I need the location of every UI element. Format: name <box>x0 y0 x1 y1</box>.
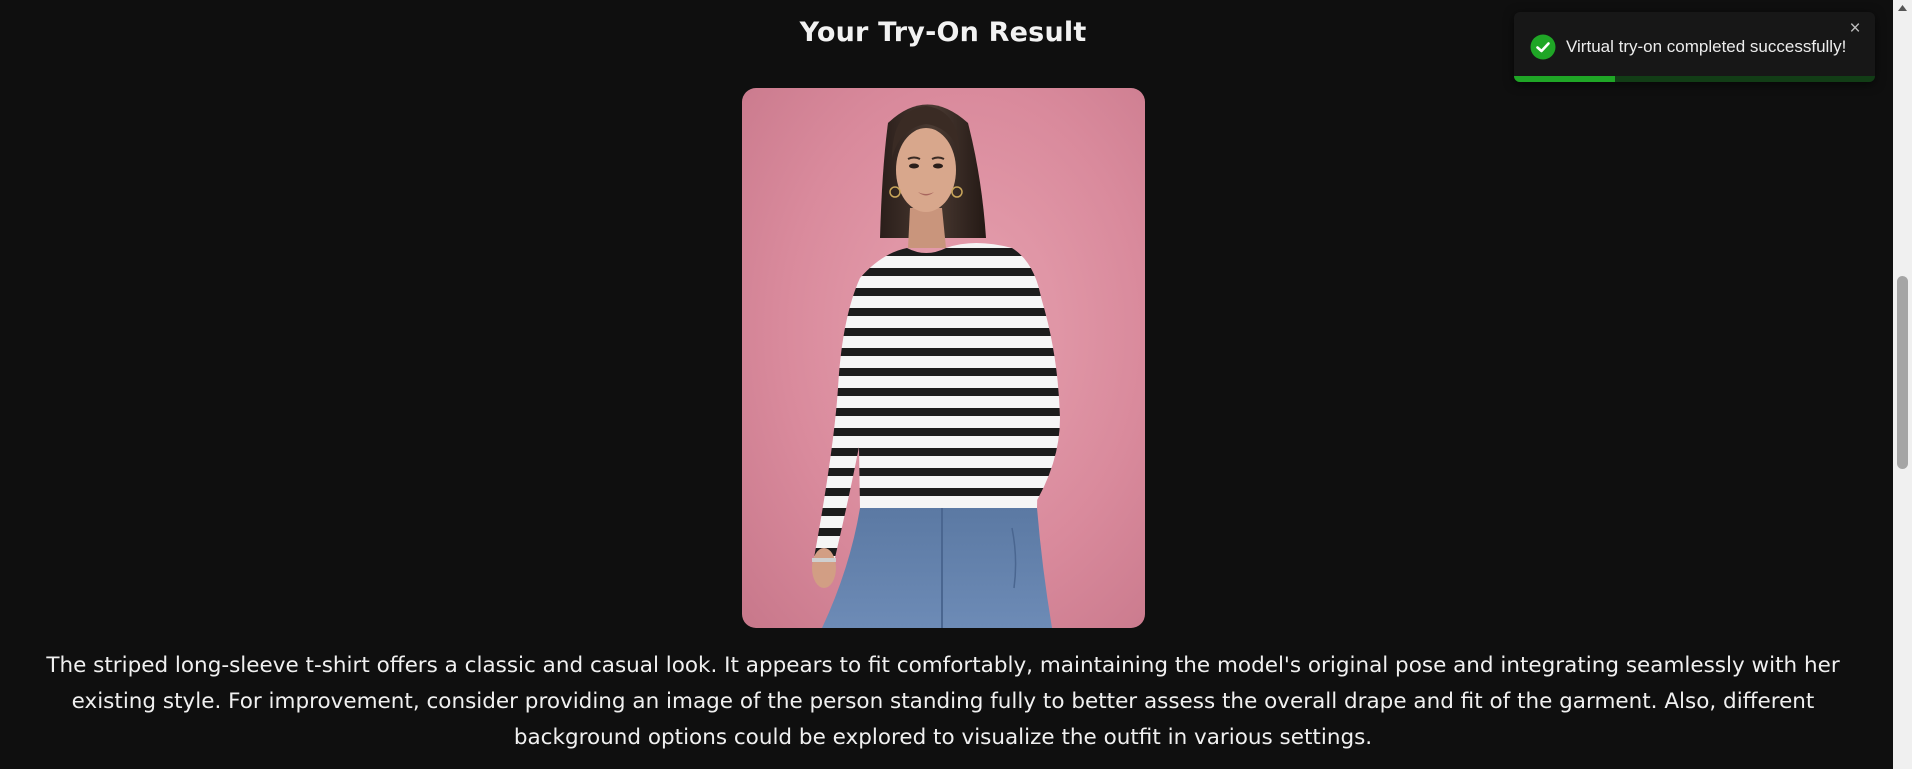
toast-progress-bar <box>1514 76 1875 82</box>
vertical-scrollbar[interactable] <box>1893 0 1912 769</box>
check-circle-icon <box>1530 34 1556 60</box>
main-content: Your Try-On Result The striped long-slee… <box>0 0 1893 769</box>
scrollbar-thumb[interactable] <box>1897 276 1908 469</box>
result-description: The striped long-sleeve t-shirt offers a… <box>46 653 1840 750</box>
page: Your Try-On Result The striped long-slee… <box>0 0 1912 769</box>
toast-progress-fill <box>1514 76 1616 82</box>
toast-message: Virtual try-on completed successfully! <box>1566 37 1847 56</box>
success-toast: Virtual try-on completed successfully! × <box>1514 12 1875 82</box>
scroll-up-arrow-icon[interactable] <box>1893 0 1912 17</box>
close-icon[interactable]: × <box>1845 17 1865 41</box>
try-on-result-image <box>742 88 1145 628</box>
